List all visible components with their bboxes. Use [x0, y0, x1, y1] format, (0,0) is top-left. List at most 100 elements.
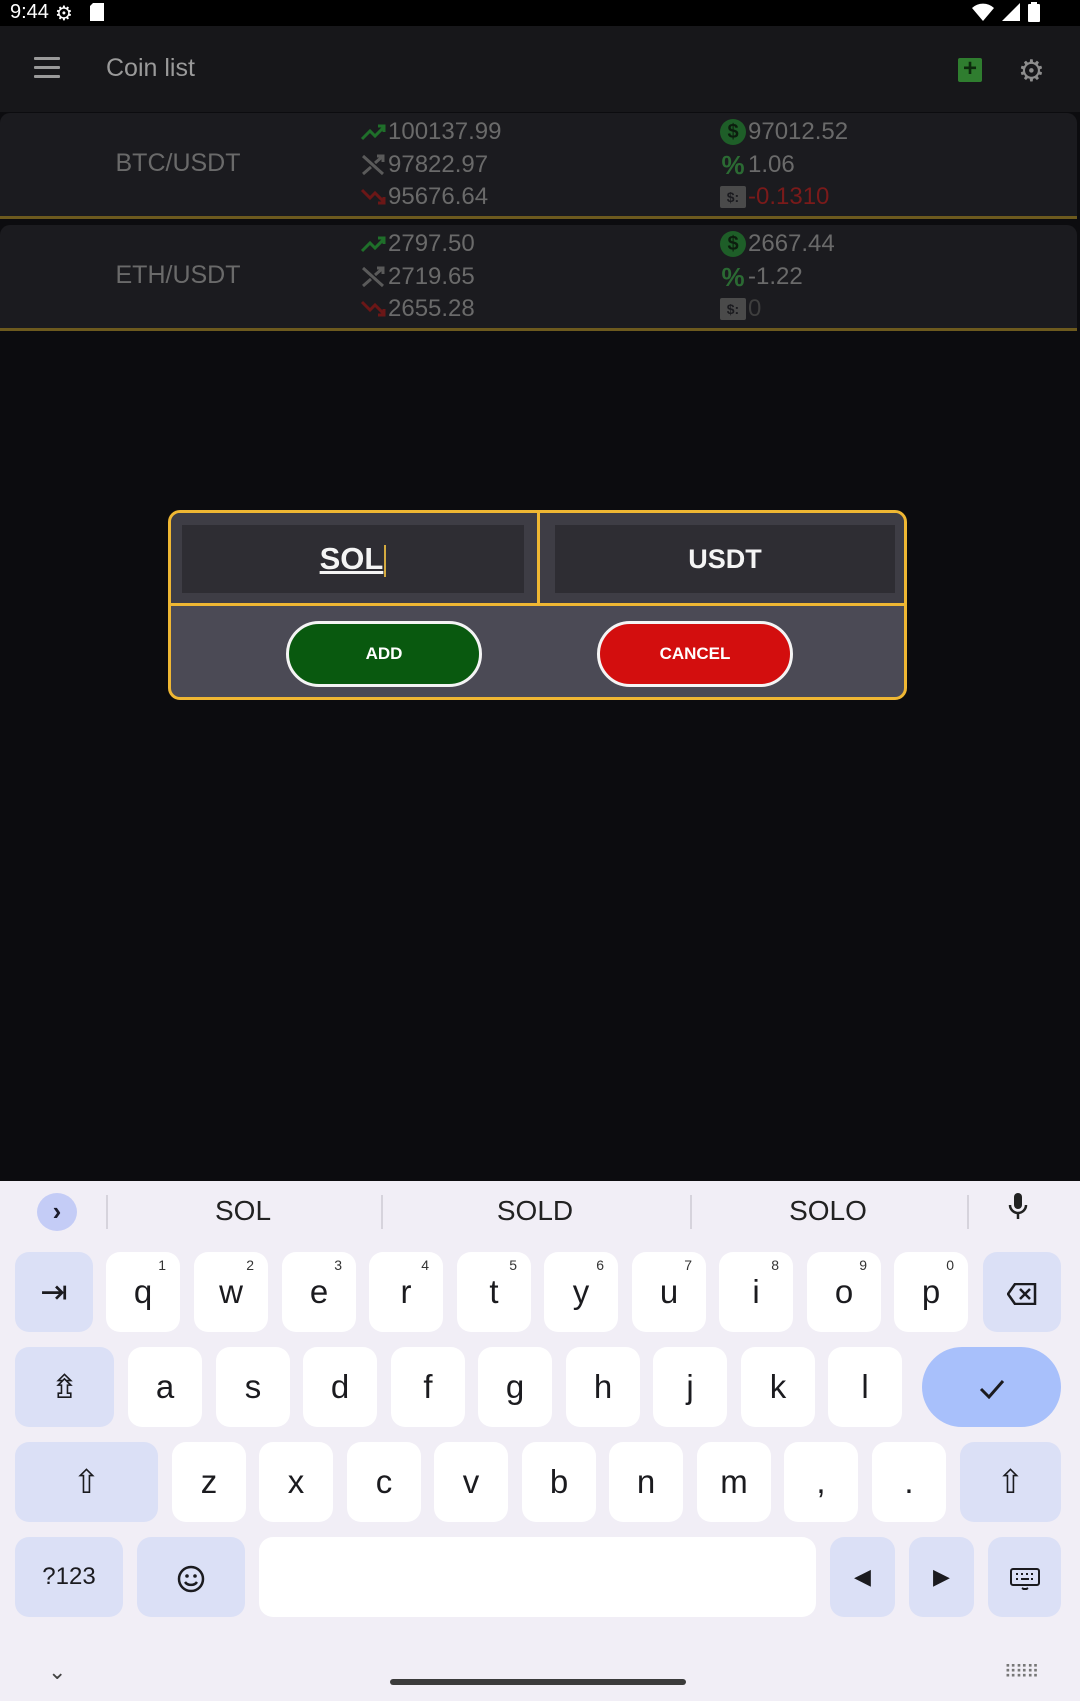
- key-label: r: [400, 1273, 412, 1310]
- microphone-icon[interactable]: [1008, 1193, 1028, 1228]
- key-n[interactable]: n: [609, 1442, 683, 1522]
- key-comma[interactable]: ,: [784, 1442, 858, 1522]
- dollar-change-icon: $:: [720, 298, 746, 321]
- key-o[interactable]: o9: [807, 1252, 881, 1332]
- coin-row[interactable]: ETH/USDT 2797.50 2719.65 2655.28 $ 2667.…: [0, 225, 1077, 331]
- dollar-icon: $: [720, 119, 746, 146]
- key-label: y: [572, 1273, 590, 1310]
- key-hint: 8: [771, 1257, 779, 1273]
- gesture-handle[interactable]: [390, 1679, 686, 1685]
- field-divider: [537, 513, 540, 606]
- key-r[interactable]: r4: [369, 1252, 443, 1332]
- system-settings-icon: ⚙: [55, 3, 73, 25]
- coin-row[interactable]: BTC/USDT 100137.99 97822.97 95676.64 $ 9…: [0, 113, 1077, 219]
- dollar-change-icon: $:: [720, 186, 746, 209]
- suggestion-3[interactable]: SOLO: [728, 1195, 928, 1227]
- signal-icon: [1002, 3, 1020, 27]
- key-s[interactable]: s: [216, 1347, 290, 1427]
- key-label: u: [659, 1273, 679, 1310]
- caps-key[interactable]: ⇯: [15, 1347, 114, 1427]
- chevron-down-icon[interactable]: ⌄: [48, 1659, 66, 1685]
- key-u[interactable]: u7: [632, 1252, 706, 1332]
- key-v[interactable]: v: [434, 1442, 508, 1522]
- add-coin-dialog: SOL USDT ADD CANCEL: [168, 510, 907, 700]
- quote-coin-value: USDT: [688, 544, 762, 574]
- gear-icon[interactable]: ⚙: [1018, 54, 1045, 89]
- key-e[interactable]: e3: [282, 1252, 356, 1332]
- key-period[interactable]: .: [872, 1442, 946, 1522]
- low-price: 95676.64: [388, 183, 489, 210]
- percent-icon: %: [721, 149, 745, 180]
- add-button[interactable]: ADD: [286, 621, 482, 687]
- on-screen-keyboard: › SOL SOLD SOLO ⇥ q1 w2 e3 r4 t5 y6 u7 i…: [0, 1181, 1080, 1701]
- shift-key-right[interactable]: ⇧: [960, 1442, 1061, 1522]
- key-hint: 7: [684, 1257, 692, 1273]
- keyboard-switch-icon[interactable]: ⠿⠿⠿: [1004, 1662, 1040, 1683]
- space-key[interactable]: [259, 1537, 816, 1617]
- key-a[interactable]: a: [128, 1347, 202, 1427]
- key-z[interactable]: z: [172, 1442, 246, 1522]
- change-absolute: -0.1310: [748, 183, 830, 210]
- page-title: Coin list: [106, 54, 195, 82]
- key-label: o: [834, 1273, 854, 1310]
- key-w[interactable]: w2: [194, 1252, 268, 1332]
- suggestion-strip: › SOL SOLD SOLO: [0, 1181, 1080, 1241]
- suggestion-separator: [690, 1195, 692, 1229]
- enter-key[interactable]: [922, 1347, 1061, 1427]
- key-j[interactable]: j: [653, 1347, 727, 1427]
- low-price: 2655.28: [388, 295, 475, 322]
- shift-key-left[interactable]: ⇧: [15, 1442, 158, 1522]
- cursor-right-key[interactable]: ▶: [909, 1537, 974, 1617]
- key-label: p: [921, 1273, 941, 1310]
- battery-icon: [1028, 2, 1040, 28]
- key-y[interactable]: y6: [544, 1252, 618, 1332]
- change-percent: 1.06: [748, 150, 795, 178]
- base-coin-input[interactable]: SOL: [182, 525, 524, 593]
- key-hint: 5: [509, 1257, 517, 1273]
- key-label: e: [309, 1273, 329, 1310]
- key-label: i: [752, 1273, 760, 1310]
- key-f[interactable]: f: [391, 1347, 465, 1427]
- backspace-key[interactable]: [983, 1252, 1061, 1332]
- coin-pair: BTC/USDT: [115, 149, 241, 177]
- expand-toolbar-icon[interactable]: ›: [37, 1193, 77, 1231]
- symbols-key[interactable]: ?123: [15, 1537, 123, 1617]
- key-label: w: [219, 1273, 243, 1310]
- suggestion-2[interactable]: SOLD: [435, 1195, 635, 1227]
- keyboard-icon[interactable]: [988, 1537, 1061, 1617]
- current-price: 97012.52: [748, 118, 849, 145]
- key-h[interactable]: h: [566, 1347, 640, 1427]
- key-i[interactable]: i8: [719, 1252, 793, 1332]
- key-p[interactable]: p0: [894, 1252, 968, 1332]
- key-hint: 4: [421, 1257, 429, 1273]
- suggestion-1[interactable]: SOL: [143, 1195, 343, 1227]
- emoji-key[interactable]: [137, 1537, 245, 1617]
- trending-down-icon: [360, 184, 386, 210]
- key-g[interactable]: g: [478, 1347, 552, 1427]
- high-price: 100137.99: [388, 118, 502, 145]
- menu-icon[interactable]: [34, 57, 60, 78]
- add-coin-icon[interactable]: +: [958, 57, 982, 82]
- quote-coin-input[interactable]: USDT: [555, 525, 895, 593]
- text-caret: [384, 544, 387, 577]
- key-m[interactable]: m: [697, 1442, 771, 1522]
- trending-up-icon: [360, 119, 386, 145]
- key-label: q: [133, 1273, 153, 1310]
- key-k[interactable]: k: [741, 1347, 815, 1427]
- key-b[interactable]: b: [522, 1442, 596, 1522]
- key-c[interactable]: c: [347, 1442, 421, 1522]
- key-l[interactable]: l: [828, 1347, 902, 1427]
- key-hint: 9: [859, 1257, 867, 1273]
- key-hint: 0: [946, 1257, 954, 1273]
- key-hint: 2: [246, 1257, 254, 1273]
- key-d[interactable]: d: [303, 1347, 377, 1427]
- cancel-button[interactable]: CANCEL: [597, 621, 793, 687]
- status-time: 9:44: [10, 1, 49, 23]
- mid-price: 2719.65: [388, 262, 475, 290]
- tab-key[interactable]: ⇥: [15, 1252, 93, 1332]
- key-x[interactable]: x: [259, 1442, 333, 1522]
- suggestion-separator: [381, 1195, 383, 1229]
- key-t[interactable]: t5: [457, 1252, 531, 1332]
- cursor-left-key[interactable]: ◀: [830, 1537, 895, 1617]
- key-q[interactable]: q1: [106, 1252, 180, 1332]
